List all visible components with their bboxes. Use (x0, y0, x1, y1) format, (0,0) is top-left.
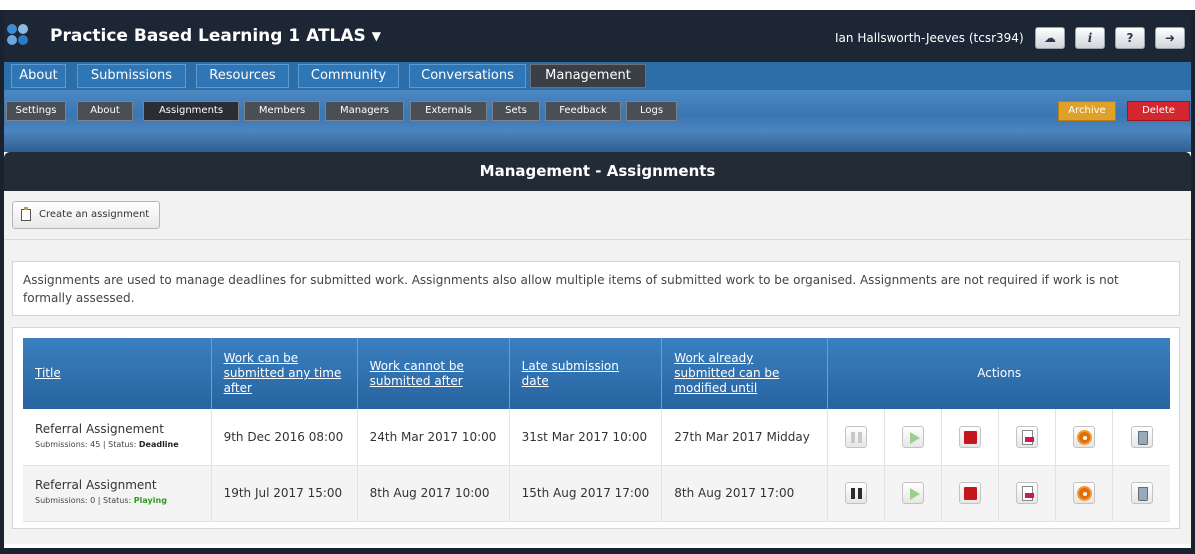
assignment-title[interactable]: Referral Assignment (35, 478, 199, 493)
assignments-table-container: Title Work can be submitted any time aft… (12, 327, 1180, 529)
assignments-table: Title Work can be submitted any time aft… (23, 338, 1170, 522)
trash-icon[interactable] (1130, 425, 1153, 448)
divider (4, 239, 1191, 240)
column-header-late[interactable]: Late submission date (509, 338, 663, 409)
atlas-logo-icon[interactable] (7, 24, 33, 50)
report-icon[interactable] (1016, 482, 1039, 504)
cloud-icon[interactable]: ☁ (1035, 27, 1065, 49)
assignment-meta: Submissions: 45 | Status: Deadline (35, 437, 199, 452)
submission-count: Submissions: 45 | Status: (35, 439, 139, 449)
action-cell (941, 409, 1000, 466)
pause-icon[interactable] (845, 482, 868, 504)
gear-icon[interactable] (1073, 425, 1096, 448)
action-cell (1112, 465, 1170, 522)
status-badge: Playing (133, 496, 167, 505)
sub-tab-members[interactable]: Members (244, 101, 320, 121)
modify-date-cell: 27th Mar 2017 Midday (661, 409, 829, 466)
sub-tab-logs[interactable]: Logs (626, 101, 677, 121)
bottom-bar (0, 548, 1195, 554)
main-tab-resources[interactable]: Resources (196, 64, 289, 88)
late-date-cell: 15th Aug 2017 17:00 (509, 465, 663, 522)
page-title: Management - Assignments (4, 152, 1191, 191)
stop-icon[interactable] (959, 425, 982, 448)
delete-button[interactable]: Delete (1127, 101, 1190, 121)
close-date-cell: 8th Aug 2017 10:00 (357, 465, 510, 522)
sub-tab-settings[interactable]: Settings (6, 101, 66, 121)
column-header-title[interactable]: Title (23, 338, 212, 409)
action-cell (998, 409, 1057, 466)
action-cell (1055, 409, 1114, 466)
sub-tab-sets[interactable]: Sets (492, 101, 540, 121)
column-header-open[interactable]: Work can be submitted any time after (211, 338, 358, 409)
description-text: Assignments are used to manage deadlines… (23, 273, 1119, 305)
modify-date-cell: 8th Aug 2017 17:00 (661, 465, 829, 522)
create-assignment-label: Create an assignment (39, 209, 150, 220)
submission-count: Submissions: 0 | Status: (35, 496, 134, 505)
open-date-cell: 19th Jul 2017 15:00 (211, 465, 358, 522)
assignment-meta: Submissions: 0 | Status: Playing (35, 493, 199, 508)
gear-icon[interactable] (1073, 482, 1096, 504)
decorative-band (4, 132, 1191, 152)
action-cell (884, 465, 943, 522)
table-row: Referral Assignement Submissions: 45 | S… (23, 409, 1170, 466)
page: Practice Based Learning 1 ATLAS ▼ Ian Hal… (0, 0, 1195, 554)
create-assignment-button[interactable]: Create an assignment (12, 201, 160, 229)
table-row: Referral Assignment Submissions: 0 | Sta… (23, 465, 1170, 522)
archive-button[interactable]: Archive (1058, 101, 1116, 121)
main-tab-conversations[interactable]: Conversations (409, 64, 526, 88)
logout-icon[interactable]: ➜ (1155, 27, 1185, 49)
main-tab-about[interactable]: About (11, 64, 66, 88)
sort-modify-link[interactable]: Work already submitted can be modified u… (674, 351, 779, 395)
action-cell (1055, 465, 1114, 522)
column-header-modify[interactable]: Work already submitted can be modified u… (661, 338, 829, 409)
trash-icon[interactable] (1130, 482, 1153, 504)
stop-icon[interactable] (959, 482, 982, 504)
sort-close-link[interactable]: Work cannot be submitted after (370, 359, 464, 388)
action-cell (941, 465, 1000, 522)
action-cell (998, 465, 1057, 522)
main-tab-community[interactable]: Community (298, 64, 399, 88)
assignment-title-cell: Referral Assignement Submissions: 45 | S… (23, 409, 212, 466)
column-header-close[interactable]: Work cannot be submitted after (357, 338, 510, 409)
main-tab-management[interactable]: Management (530, 64, 646, 88)
action-cell (827, 465, 886, 522)
sub-nav: Settings About Assignments Members Manag… (4, 90, 1191, 132)
sub-tab-externals[interactable]: Externals (410, 101, 487, 121)
status-badge: Deadline (138, 439, 179, 449)
main-nav: About Submissions Resources Community Co… (4, 62, 1191, 90)
assignment-title-cell: Referral Assignment Submissions: 0 | Sta… (23, 465, 212, 522)
close-date-cell: 24th Mar 2017 10:00 (357, 409, 510, 466)
info-icon[interactable]: i (1075, 27, 1105, 49)
course-title: Practice Based Learning 1 ATLAS (50, 26, 366, 46)
user-name[interactable]: Ian Hallsworth-Jeeves (tcsr394) (835, 31, 1024, 45)
help-icon[interactable]: ? (1115, 27, 1145, 49)
column-header-actions: Actions (827, 338, 1170, 409)
clipboard-icon (21, 207, 31, 221)
top-bar: Practice Based Learning 1 ATLAS ▼ Ian Hal… (4, 10, 1191, 62)
play-icon[interactable] (902, 482, 925, 504)
sub-tab-assignments[interactable]: Assignments (143, 101, 239, 121)
main-tab-submissions[interactable]: Submissions (77, 64, 186, 88)
report-icon[interactable] (1016, 425, 1039, 448)
pause-icon[interactable] (845, 425, 868, 448)
sub-tab-about[interactable]: About (77, 101, 133, 121)
description-box: Assignments are used to manage deadlines… (12, 261, 1180, 316)
sub-tab-feedback[interactable]: Feedback (545, 101, 621, 121)
action-cell (1112, 409, 1170, 466)
sort-late-link[interactable]: Late submission date (522, 359, 619, 388)
sub-tab-managers[interactable]: Managers (325, 101, 404, 121)
open-date-cell: 9th Dec 2016 08:00 (211, 409, 358, 466)
course-title-dropdown[interactable]: Practice Based Learning 1 ATLAS ▼ (50, 26, 381, 46)
assignment-title[interactable]: Referral Assignement (35, 422, 199, 437)
late-date-cell: 31st Mar 2017 10:00 (509, 409, 663, 466)
action-cell (827, 409, 886, 466)
action-cell (884, 409, 943, 466)
sort-title-link[interactable]: Title (35, 366, 61, 380)
play-icon[interactable] (902, 425, 925, 448)
caret-down-icon: ▼ (371, 29, 382, 43)
sort-open-link[interactable]: Work can be submitted any time after (224, 351, 342, 395)
